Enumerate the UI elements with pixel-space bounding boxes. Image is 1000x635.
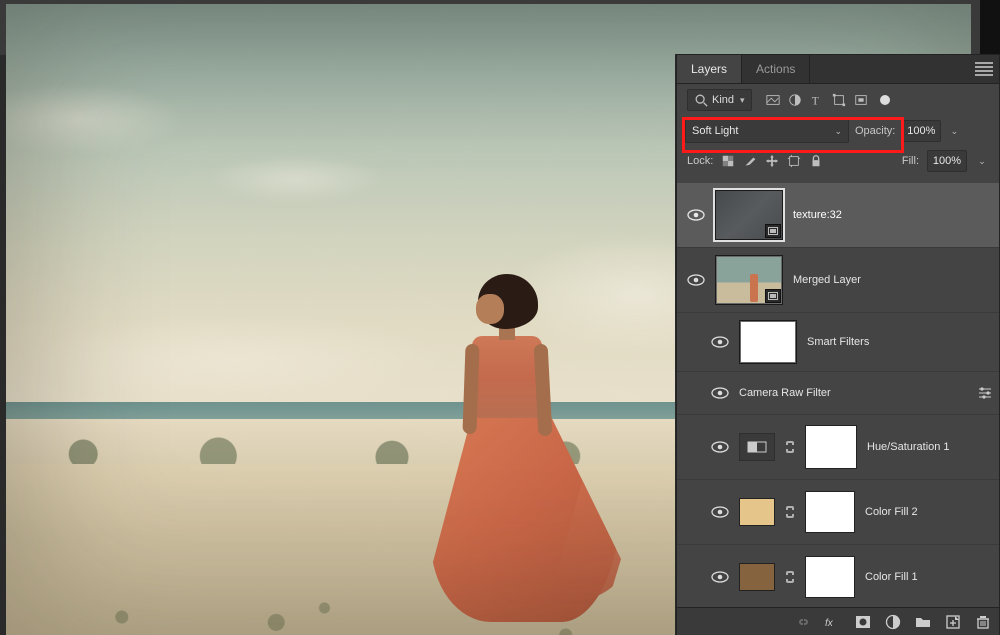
mask-link-icon[interactable] xyxy=(785,505,795,519)
new-layer-icon[interactable] xyxy=(945,614,961,630)
layer-name[interactable]: Smart Filters xyxy=(807,336,869,348)
layer-name[interactable]: Color Fill 2 xyxy=(865,506,918,518)
filter-kind-select[interactable]: Kind ▾ xyxy=(687,89,752,111)
link-layers-icon[interactable] xyxy=(795,614,811,630)
layer-mask-thumbnail[interactable] xyxy=(805,425,857,469)
layer-name[interactable]: Camera Raw Filter xyxy=(739,387,831,399)
layers-list[interactable]: texture:32 Merged Layer Smart Filt xyxy=(677,179,999,608)
blend-mode-select[interactable]: Soft Light ⌄ xyxy=(685,119,849,143)
svg-text:T: T xyxy=(811,95,818,107)
chevron-down-icon: ⌄ xyxy=(834,126,842,137)
tab-layers[interactable]: Layers xyxy=(677,55,742,83)
svg-text:fx: fx xyxy=(825,618,834,629)
color-swatch[interactable] xyxy=(739,563,775,591)
smart-object-badge-icon xyxy=(765,224,781,238)
filter-type-icon[interactable]: T xyxy=(810,93,824,107)
layer-name[interactable]: Color Fill 1 xyxy=(865,571,918,583)
fill-label: Fill: xyxy=(902,155,919,167)
lock-brush-icon[interactable] xyxy=(743,154,757,168)
mask-link-icon[interactable] xyxy=(785,440,795,454)
layer-row-color-fill-2[interactable]: Color Fill 2 xyxy=(677,480,999,545)
layer-thumbnail[interactable] xyxy=(715,255,783,305)
cloud xyxy=(26,314,446,404)
opacity-input[interactable]: 100% xyxy=(901,120,941,142)
color-swatch[interactable] xyxy=(739,498,775,526)
fill-flyout-icon[interactable]: ⌄ xyxy=(975,151,989,171)
panel-tab-bar: Layers Actions xyxy=(677,55,999,84)
filter-settings-icon[interactable] xyxy=(977,386,993,400)
filter-smartobject-icon[interactable] xyxy=(854,93,868,107)
filter-shape-icon[interactable] xyxy=(832,93,846,107)
add-mask-icon[interactable] xyxy=(855,614,871,630)
visibility-toggle[interactable] xyxy=(711,335,729,349)
adjustment-icon[interactable] xyxy=(739,433,775,461)
new-group-icon[interactable] xyxy=(915,614,931,630)
lock-move-icon[interactable] xyxy=(765,154,779,168)
visibility-toggle[interactable] xyxy=(687,273,705,287)
visibility-toggle[interactable] xyxy=(711,570,729,584)
layer-fx-icon[interactable]: fx xyxy=(825,614,841,630)
layer-filter-row: Kind ▾ T xyxy=(677,84,999,116)
lock-label: Lock: xyxy=(687,155,713,167)
layer-row-smart-filters[interactable]: Smart Filters xyxy=(677,313,999,372)
layer-row-merged[interactable]: Merged Layer xyxy=(677,248,999,313)
layer-mask-thumbnail[interactable] xyxy=(805,491,855,533)
opacity-label: Opacity: xyxy=(855,125,895,137)
visibility-toggle[interactable] xyxy=(711,440,729,454)
fill-input[interactable]: 100% xyxy=(927,150,967,172)
layer-row-texture[interactable]: texture:32 xyxy=(677,183,999,248)
smart-object-badge-icon xyxy=(765,289,781,303)
layer-name[interactable]: texture:32 xyxy=(793,209,842,221)
panel-menu-icon[interactable] xyxy=(975,62,993,76)
layer-thumbnail[interactable] xyxy=(715,190,783,240)
subject-figure xyxy=(436,274,616,614)
visibility-toggle[interactable] xyxy=(687,208,705,222)
search-icon xyxy=(694,93,708,107)
layer-row-color-fill-1[interactable]: Color Fill 1 xyxy=(677,545,999,608)
panel-footer: fx xyxy=(677,607,999,635)
opacity-flyout-icon[interactable]: ⌄ xyxy=(947,121,961,141)
lock-artboard-icon[interactable] xyxy=(787,154,801,168)
lock-row: Lock: Fill: 100% ⌄ xyxy=(677,146,999,176)
filter-toggle-icon[interactable] xyxy=(880,95,890,105)
layer-name[interactable]: Merged Layer xyxy=(793,274,861,286)
cloud xyxy=(206,154,386,204)
new-adjustment-icon[interactable] xyxy=(885,614,901,630)
delete-layer-icon[interactable] xyxy=(975,614,991,630)
blend-opacity-row: Soft Light ⌄ Opacity: 100% ⌄ xyxy=(677,116,999,146)
mask-link-icon[interactable] xyxy=(785,570,795,584)
filter-mask-thumbnail[interactable] xyxy=(739,320,797,364)
layer-row-camera-raw-filter[interactable]: Camera Raw Filter xyxy=(677,372,999,415)
filter-kind-label: Kind xyxy=(712,94,734,106)
layer-name[interactable]: Hue/Saturation 1 xyxy=(867,441,950,453)
chevron-down-icon: ▾ xyxy=(740,95,745,106)
visibility-toggle[interactable] xyxy=(711,505,729,519)
blend-mode-value: Soft Light xyxy=(692,125,738,137)
filter-pixel-icon[interactable] xyxy=(766,93,780,107)
workspace-edge xyxy=(980,0,1000,55)
filter-adjustment-icon[interactable] xyxy=(788,93,802,107)
layer-row-hue-sat[interactable]: Hue/Saturation 1 xyxy=(677,415,999,480)
lock-all-icon[interactable] xyxy=(809,154,823,168)
layers-panel: Layers Actions Kind ▾ T Soft Light xyxy=(676,54,1000,635)
visibility-toggle[interactable] xyxy=(711,386,729,400)
layer-mask-thumbnail[interactable] xyxy=(805,556,855,598)
app-root: Layers Actions Kind ▾ T Soft Light xyxy=(0,0,1000,635)
tab-actions[interactable]: Actions xyxy=(742,55,810,83)
lock-transparency-icon[interactable] xyxy=(721,154,735,168)
